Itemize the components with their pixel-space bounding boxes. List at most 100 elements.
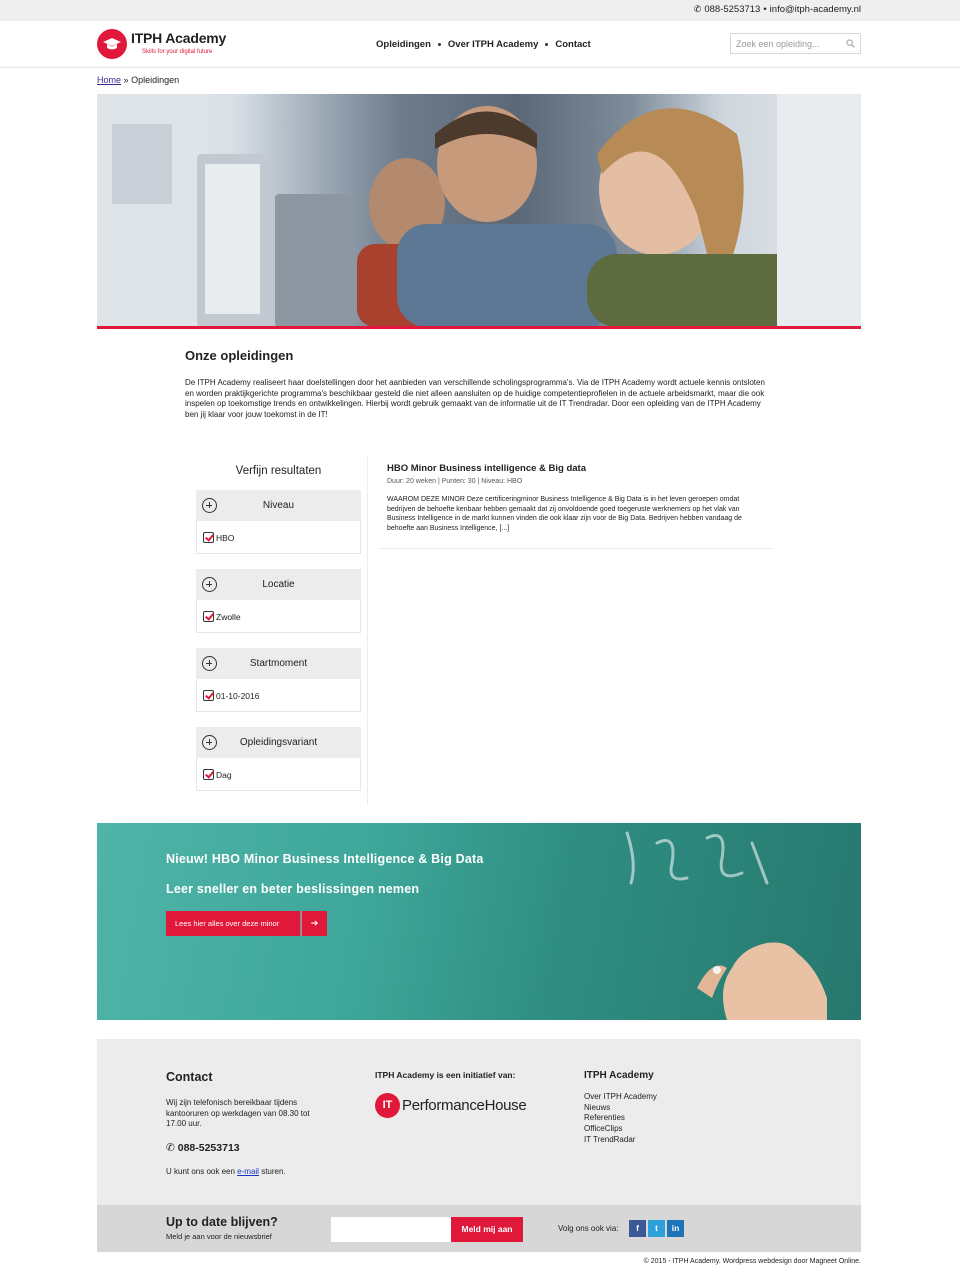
checkbox-checked[interactable] [203,532,214,543]
facet-header[interactable]: Opleidingsvariant [196,727,361,758]
footer-phone: ✆ 088-5253713 [166,1142,240,1154]
hero-image [97,94,861,327]
promo-subtitle: Leer sneller en beter beslissingen nemen [166,882,420,896]
breadcrumb-home[interactable]: Home [97,75,121,85]
footer-link-nieuws[interactable]: Nieuws [584,1103,610,1112]
footer-contact-text: Wij zijn telefonisch bereikbaar tijdens … [166,1098,310,1128]
breadcrumb: Home » Opleidingen [97,75,179,85]
twitter-icon[interactable]: t [648,1220,665,1237]
top-email-link[interactable]: info@itph-academy.nl [770,4,861,15]
facet-locatie: Locatie Zwolle [196,569,361,633]
page-title: Onze opleidingen [185,348,294,363]
top-bar: ✆ 088-5253713 • info@itph-academy.nl [0,0,960,21]
site-header: ITPH Academy Skills for your digital fut… [0,21,960,68]
main-nav: Opleidingen Over ITPH Academy Contact [376,39,591,50]
promo-title: Nieuw! HBO Minor Business Intelligence &… [166,852,484,866]
chalk-writing-illustration [625,831,769,885]
plus-circle-icon[interactable] [202,656,217,671]
checkbox-checked[interactable] [203,769,214,780]
footer-link-referenties[interactable]: Referenties [584,1113,625,1122]
footer-link-trendradar[interactable]: IT TrendRadar [584,1135,635,1144]
arrow-right-icon: ➔ [301,911,327,936]
newsletter-title: Up to date blijven? [166,1215,278,1229]
facet-option[interactable]: HBO [196,521,361,554]
nav-item-contact[interactable]: Contact [555,39,590,50]
hand-illustration [697,942,827,1020]
checkbox-checked[interactable] [203,690,214,701]
facebook-icon[interactable]: f [629,1220,646,1237]
linkedin-icon[interactable]: in [667,1220,684,1237]
footer-phone-link[interactable]: 088-5253713 [178,1142,240,1154]
logo-tagline: Skills for your digital future [142,49,213,55]
result-excerpt: WAAROM DEZE MINOR Deze certificeringmino… [387,496,742,532]
top-contact: ✆ 088-5253713 • info@itph-academy.nl [694,4,861,15]
plus-circle-icon[interactable] [202,498,217,513]
promo-button-label: Lees hier alles over deze minor [166,911,300,936]
newsletter-submit-button[interactable]: Meld mij aan [451,1217,523,1242]
phone-icon: ✆ [693,4,702,14]
filter-title: Verfijn resultaten [235,465,322,477]
plus-circle-icon[interactable] [202,735,217,750]
footer: Contact Wij zijn telefonisch bereikbaar … [97,1039,861,1205]
footer-initiative-title: ITPH Academy is een initiatief van: [375,1070,516,1080]
search-box [730,33,861,54]
nav-item-opleidingen[interactable]: Opleidingen [376,39,431,50]
facet-header[interactable]: Startmoment [196,648,361,679]
footer-mail-suffix: sturen. [261,1167,286,1176]
nav-dot [437,43,441,46]
breadcrumb-separator: » [123,75,129,85]
intro-text: De ITPH Academy realiseert haar doelstel… [185,378,765,419]
facet-option-label: HBO [216,533,235,543]
footer-link-over[interactable]: Over ITPH Academy [584,1092,657,1101]
footer-links: Over ITPH Academy Nieuws Referenties Off… [584,1092,657,1146]
facet-option-label: Zwolle [216,612,241,622]
follow-label: Volg ons ook via: [558,1224,619,1233]
hero-photo-illustration [97,94,861,327]
facet-header[interactable]: Niveau [196,490,361,521]
promo-banner: Nieuw! HBO Minor Business Intelligence &… [97,823,861,1020]
facet-niveau: Niveau HBO [196,490,361,554]
promo-button[interactable]: Lees hier alles over deze minor ➔ [166,911,327,936]
facet-opleidingsvariant: Opleidingsvariant Dag [196,727,361,791]
facet-label: Locatie [262,579,295,590]
facet-option[interactable]: 01-10-2016 [196,679,361,712]
performancehouse-wordmark: PerformanceHouse [402,1097,527,1114]
top-phone-link[interactable]: 088-5253713 [704,4,760,15]
it-logo-mark: IT [375,1093,400,1118]
footer-contact-title: Contact [166,1070,213,1084]
facet-header[interactable]: Locatie [196,569,361,600]
search-input[interactable] [731,34,839,54]
logo-name: ITPH Academy [131,30,227,46]
graduation-cap-icon [97,29,127,59]
nav-dot [545,43,549,46]
facet-option-label: Dag [216,770,232,780]
result-meta: Duur: 20 weken | Punten: 30 | Niveau: HB… [387,478,523,485]
site-logo[interactable]: ITPH Academy Skills for your digital fut… [97,29,227,61]
result-title-link[interactable]: HBO Minor Business intelligence & Big da… [387,463,586,474]
checkbox-checked[interactable] [203,611,214,622]
facet-label: Opleidingsvariant [239,737,318,748]
facet-option[interactable]: Dag [196,758,361,791]
performancehouse-logo[interactable]: IT PerformanceHouse [375,1093,527,1118]
filter-divider [367,455,368,805]
hero-accent-line [97,326,861,329]
search-icon[interactable] [846,39,855,48]
facet-option-label: 01-10-2016 [216,691,260,701]
footer-mail-prefix: U kunt ons ook een [166,1167,235,1176]
facet-label: Startmoment [249,658,308,669]
nav-item-over[interactable]: Over ITPH Academy [448,39,538,50]
plus-circle-icon[interactable] [202,577,217,592]
newsletter-email-input[interactable] [331,1217,451,1242]
result-item: HBO Minor Business intelligence & Big da… [379,455,774,549]
newsletter-subtitle: Meld je aan voor de nieuwsbrief [166,1232,272,1241]
facet-startmoment: Startmoment 01-10-2016 [196,648,361,712]
newsletter-bar: Up to date blijven? Meld je aan voor de … [97,1205,861,1252]
top-separator: • [763,4,767,15]
facet-option[interactable]: Zwolle [196,600,361,633]
footer-links-title: ITPH Academy [584,1070,654,1081]
footer-link-officeclips[interactable]: OfficeClips [584,1124,623,1133]
footer-mail: U kunt ons ook een e-mail sturen. [166,1167,286,1176]
footer-email-link[interactable]: e-mail [237,1167,259,1176]
copyright: © 2015 - ITPH Academy. Wordpress webdesi… [643,1258,861,1265]
phone-icon: ✆ [166,1142,175,1154]
